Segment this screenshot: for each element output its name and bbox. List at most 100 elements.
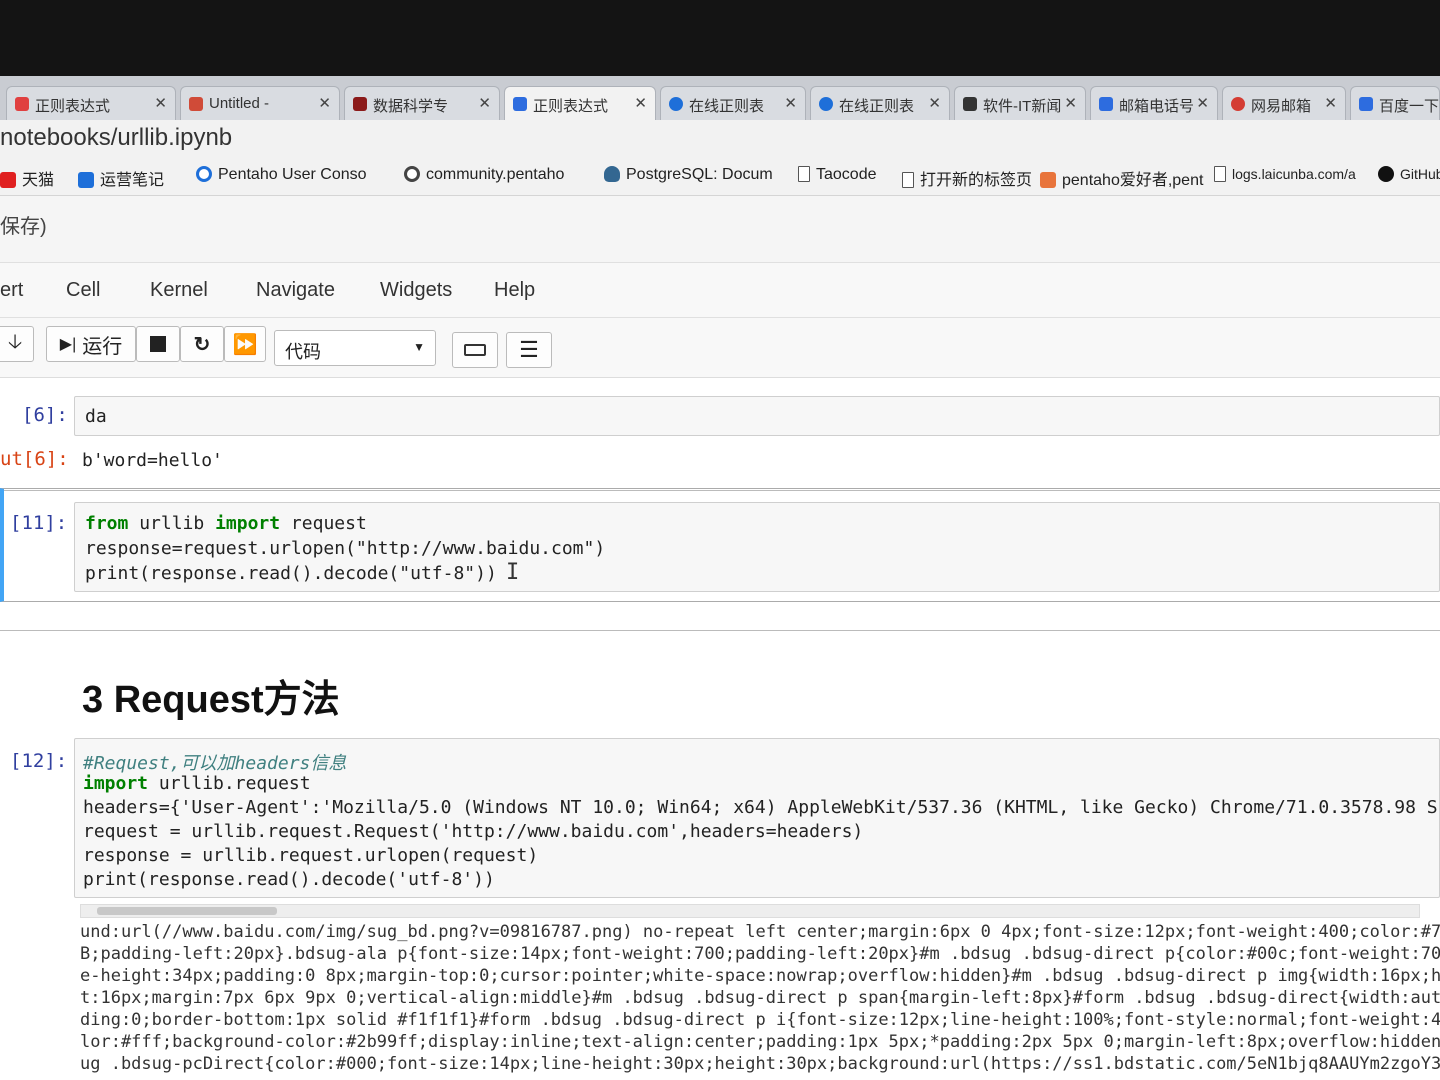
arrow-down-icon: 🡣: [7, 331, 23, 353]
menu-widgets[interactable]: Widgets: [380, 279, 452, 302]
browser-tab[interactable]: 百度一下: [1350, 86, 1440, 120]
tab-label: 正则表达式: [533, 98, 609, 115]
code-comment: #Request,可以加headers信息: [83, 753, 347, 774]
blue-circle-favicon-icon: [819, 97, 833, 111]
keyword: import: [83, 773, 149, 794]
jupyter-favicon-icon: [189, 97, 203, 111]
menu-help[interactable]: Help: [494, 279, 535, 302]
cell-output: b'word=hello': [82, 450, 223, 471]
keyword: from: [85, 513, 129, 534]
cell-type-select[interactable]: 代码 ▼: [274, 330, 436, 366]
browser-tab[interactable]: 在线正则表 ✕: [660, 86, 806, 120]
code-line: print(response.read().decode("utf-8")): [85, 563, 497, 584]
close-icon[interactable]: ✕: [928, 94, 941, 112]
browser-tab[interactable]: Untitled - ✕: [180, 86, 340, 120]
scrollbar-thumb[interactable]: [97, 907, 277, 915]
paw-favicon-icon: [1099, 97, 1113, 111]
horizontal-scrollbar[interactable]: [80, 904, 1420, 918]
bookmark-item[interactable]: Taocode: [798, 166, 877, 184]
tab-label: 在线正则表: [839, 98, 915, 115]
restart-button[interactable]: ↻: [180, 326, 224, 362]
run-button[interactable]: ▶| 运行: [46, 326, 136, 362]
code-cell-input[interactable]: da: [74, 396, 1440, 436]
browser-tab-active[interactable]: 正则表达式 ✕: [504, 86, 656, 120]
page-icon: [902, 172, 914, 188]
tab-label: 在线正则表: [689, 98, 765, 115]
close-icon[interactable]: ✕: [1324, 94, 1337, 112]
bookmark-item[interactable]: 打开新的标签页: [902, 166, 1032, 190]
browser-tab[interactable]: 软件-IT新闻 ✕: [954, 86, 1086, 120]
close-icon[interactable]: ✕: [478, 94, 491, 112]
chevron-down-icon: ▼: [413, 340, 425, 354]
url-text[interactable]: notebooks/urllib.ipynb: [0, 124, 232, 152]
interrupt-button[interactable]: [136, 326, 180, 362]
code-line: print(response.read().decode('utf-8')): [83, 869, 495, 890]
restart-run-all-button[interactable]: ⏩: [224, 326, 266, 362]
move-down-button[interactable]: 🡣: [0, 326, 34, 362]
close-icon[interactable]: ✕: [154, 94, 167, 112]
tab-label: 数据科学专: [373, 98, 449, 115]
menu-insert[interactable]: ert: [0, 279, 23, 302]
bookmark-item[interactable]: PostgreSQL: Docum: [604, 166, 773, 184]
close-icon[interactable]: ✕: [1064, 94, 1077, 112]
browser-tab[interactable]: 在线正则表 ✕: [810, 86, 950, 120]
code-line: from urllib import request: [85, 513, 367, 534]
keyboard-icon: [464, 344, 486, 356]
list-icon: ☰: [519, 337, 539, 362]
bookmark-label: logs.laicunba.com/a: [1232, 166, 1356, 182]
bookmark-label: 运营笔记: [100, 172, 165, 189]
section-heading: 3 Request方法: [82, 679, 340, 721]
bookmark-item[interactable]: logs.laicunba.com/a: [1214, 166, 1356, 182]
tmall-icon: [0, 172, 16, 188]
browser-tab[interactable]: 数据科学专 ✕: [344, 86, 500, 120]
bookmark-item[interactable]: 天猫: [0, 166, 54, 190]
bookmark-item[interactable]: 运营笔记: [78, 166, 164, 190]
page-icon: [798, 166, 810, 182]
close-icon[interactable]: ✕: [784, 94, 797, 112]
browser-tab[interactable]: 网易邮箱 ✕: [1222, 86, 1346, 120]
code-line: response = urllib.request.urlopen(reques…: [83, 845, 539, 866]
oschina-favicon-icon: [963, 97, 977, 111]
screen-bezel: [0, 0, 1440, 78]
command-palette-button[interactable]: [452, 332, 498, 368]
fast-forward-icon: ⏩: [232, 333, 258, 356]
tab-label: 网易邮箱: [1251, 98, 1312, 115]
toc-button[interactable]: ☰: [506, 332, 552, 368]
code-line: headers={'User-Agent':'Mozilla/5.0 (Wind…: [83, 797, 1437, 818]
menu-cell[interactable]: Cell: [66, 279, 100, 302]
address-bar[interactable]: notebooks/urllib.ipynb: [0, 120, 1440, 156]
bookmark-item[interactable]: Pentaho User Conso: [196, 166, 367, 184]
bookmark-item[interactable]: community.pentaho: [404, 166, 564, 184]
bookmark-label: GitHub: [1400, 166, 1440, 182]
close-icon[interactable]: ✕: [318, 94, 331, 112]
bookmark-label: Taocode: [816, 166, 877, 183]
input-prompt: [6]:: [22, 404, 68, 426]
browser-tab[interactable]: 正则表达式 ✕: [6, 86, 176, 120]
jupyter-toolbar: 🡣 ▶| 运行 ↻ ⏩ 代码 ▼ ☰: [0, 318, 1440, 378]
output-line: e-height:34px;padding:0 8px;margin-top:0…: [80, 966, 1440, 986]
close-icon[interactable]: ✕: [1196, 94, 1209, 112]
browser-tab[interactable]: 邮箱电话号 ✕: [1090, 86, 1218, 120]
tab-label: 正则表达式: [35, 98, 111, 115]
bookmark-item[interactable]: GitHub: [1378, 166, 1440, 182]
bookmark-label: pentaho爱好者,pent: [1062, 172, 1204, 189]
code-cell-input[interactable]: from urllib import request response=requ…: [74, 502, 1440, 592]
browser-tab-strip: 正则表达式 ✕ Untitled - ✕ 数据科学专 ✕ 正则表达式 ✕ 在线正…: [0, 76, 1440, 120]
bookmark-label: community.pentaho: [426, 166, 565, 183]
menu-navigate[interactable]: Navigate: [256, 279, 335, 302]
output-line: lor:#fff;background-color:#2b99ff;displa…: [80, 1032, 1440, 1052]
code-line: da: [85, 406, 107, 427]
bookmark-item[interactable]: pentaho爱好者,pent: [1040, 166, 1203, 190]
tab-label: Untitled -: [209, 95, 270, 112]
netease-favicon-icon: [1231, 97, 1245, 111]
code-text: urllib: [128, 513, 216, 534]
tab-label: 软件-IT新闻: [983, 98, 1062, 115]
close-icon[interactable]: ✕: [634, 94, 647, 112]
step-forward-icon: ▶|: [59, 336, 77, 353]
output-line: und:url(//www.baidu.com/img/sug_bd.png?v…: [80, 922, 1440, 942]
menu-kernel[interactable]: Kernel: [150, 279, 208, 302]
code-cell-input[interactable]: #Request,可以加headers信息 import urllib.requ…: [74, 738, 1440, 898]
bookmark-label: 打开新的标签页: [920, 172, 1033, 189]
bookmark-label: PostgreSQL: Docum: [626, 166, 773, 183]
page-icon: [1214, 166, 1226, 182]
